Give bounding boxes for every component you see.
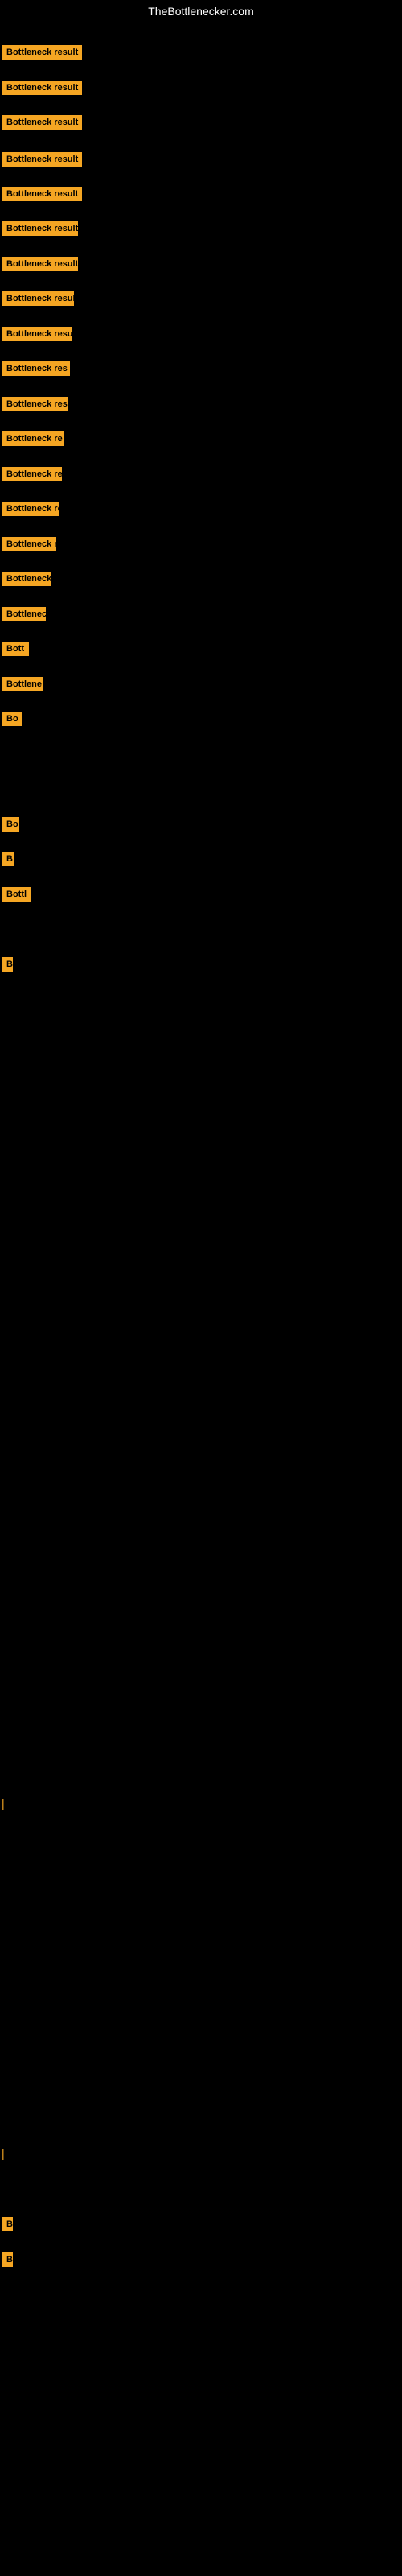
line-marker: |: [2, 1797, 5, 1810]
bottleneck-badge: Bottleneck result: [2, 257, 78, 271]
bottleneck-badge-row: Bottl: [2, 887, 31, 906]
bottleneck-badge: Bottleneck re: [2, 502, 59, 516]
bottleneck-badge-row: Bottleneck re: [2, 467, 62, 485]
bottleneck-badge: Bottlene: [2, 677, 43, 691]
bottleneck-badge-row: Bo: [2, 817, 19, 836]
bottleneck-badge: Bottleneck res: [2, 397, 68, 411]
bottleneck-badge-row: Bottleneck result: [2, 152, 82, 171]
bottleneck-badge-row: Bottleneck result: [2, 327, 72, 345]
bottleneck-badge: Bottleneck re: [2, 467, 62, 481]
bottleneck-badge: Bottleneck result: [2, 291, 74, 306]
bottleneck-badge: Bottleneck result: [2, 115, 82, 130]
thin-line-indicator: |: [2, 2147, 5, 2161]
bottleneck-badge: Bottleneck re: [2, 431, 64, 446]
bottleneck-badge-row: Bottleneck r: [2, 572, 51, 590]
bottleneck-badge-row: B: [2, 852, 14, 870]
bottleneck-badge: Bottleneck res: [2, 361, 70, 376]
bottleneck-badge-row: Bottlenec: [2, 607, 46, 625]
line-marker: |: [2, 2147, 5, 2160]
bottleneck-badge: Bottleneck result: [2, 80, 82, 95]
bottleneck-badge-row: Bottleneck res: [2, 397, 68, 415]
bottleneck-badge-row: Bo: [2, 712, 22, 730]
bottleneck-badge-row: Bottleneck re: [2, 537, 56, 555]
bottleneck-badge-row: Bottleneck res: [2, 361, 70, 380]
bottleneck-badge-row: Bottleneck result: [2, 45, 82, 64]
bottleneck-badge: B: [2, 2252, 13, 2267]
bottleneck-badge-row: Bottleneck re: [2, 431, 64, 450]
bottleneck-badge: Bo: [2, 712, 22, 726]
bottleneck-badge: B: [2, 957, 13, 972]
bottleneck-badge: Bo: [2, 817, 19, 832]
bottleneck-badge: Bottleneck result: [2, 187, 82, 201]
bottleneck-badge-row: Bottleneck result: [2, 221, 78, 240]
thin-line-indicator: |: [2, 1797, 5, 1811]
bottleneck-badge: Bott: [2, 642, 29, 656]
bottleneck-badge-row: B: [2, 957, 13, 976]
bottleneck-badge: Bottleneck r: [2, 572, 51, 586]
bottleneck-badge-row: Bottleneck result: [2, 291, 74, 310]
bottleneck-badge: Bottleneck result: [2, 327, 72, 341]
bottleneck-badge-row: Bott: [2, 642, 29, 660]
bottleneck-badge-row: B: [2, 2217, 13, 2235]
bottleneck-badge: B: [2, 2217, 13, 2231]
bottleneck-badge-row: Bottleneck result: [2, 187, 82, 205]
bottleneck-badge-row: Bottlene: [2, 677, 43, 696]
bottleneck-badge: Bottleneck result: [2, 221, 78, 236]
bottleneck-badge: Bottleneck re: [2, 537, 56, 551]
bottleneck-badge-row: Bottleneck result: [2, 115, 82, 134]
site-title: TheBottlenecker.com: [0, 0, 402, 23]
bottleneck-badge: Bottlenec: [2, 607, 46, 621]
bottleneck-badge: B: [2, 852, 14, 866]
bottleneck-badge-row: Bottleneck result: [2, 80, 82, 99]
bottleneck-badge: Bottl: [2, 887, 31, 902]
bottleneck-badge-row: Bottleneck re: [2, 502, 59, 520]
bottleneck-badge: Bottleneck result: [2, 152, 82, 167]
bottleneck-badge: Bottleneck result: [2, 45, 82, 60]
bottleneck-badge-row: Bottleneck result: [2, 257, 78, 275]
bottleneck-badge-row: B: [2, 2252, 13, 2271]
